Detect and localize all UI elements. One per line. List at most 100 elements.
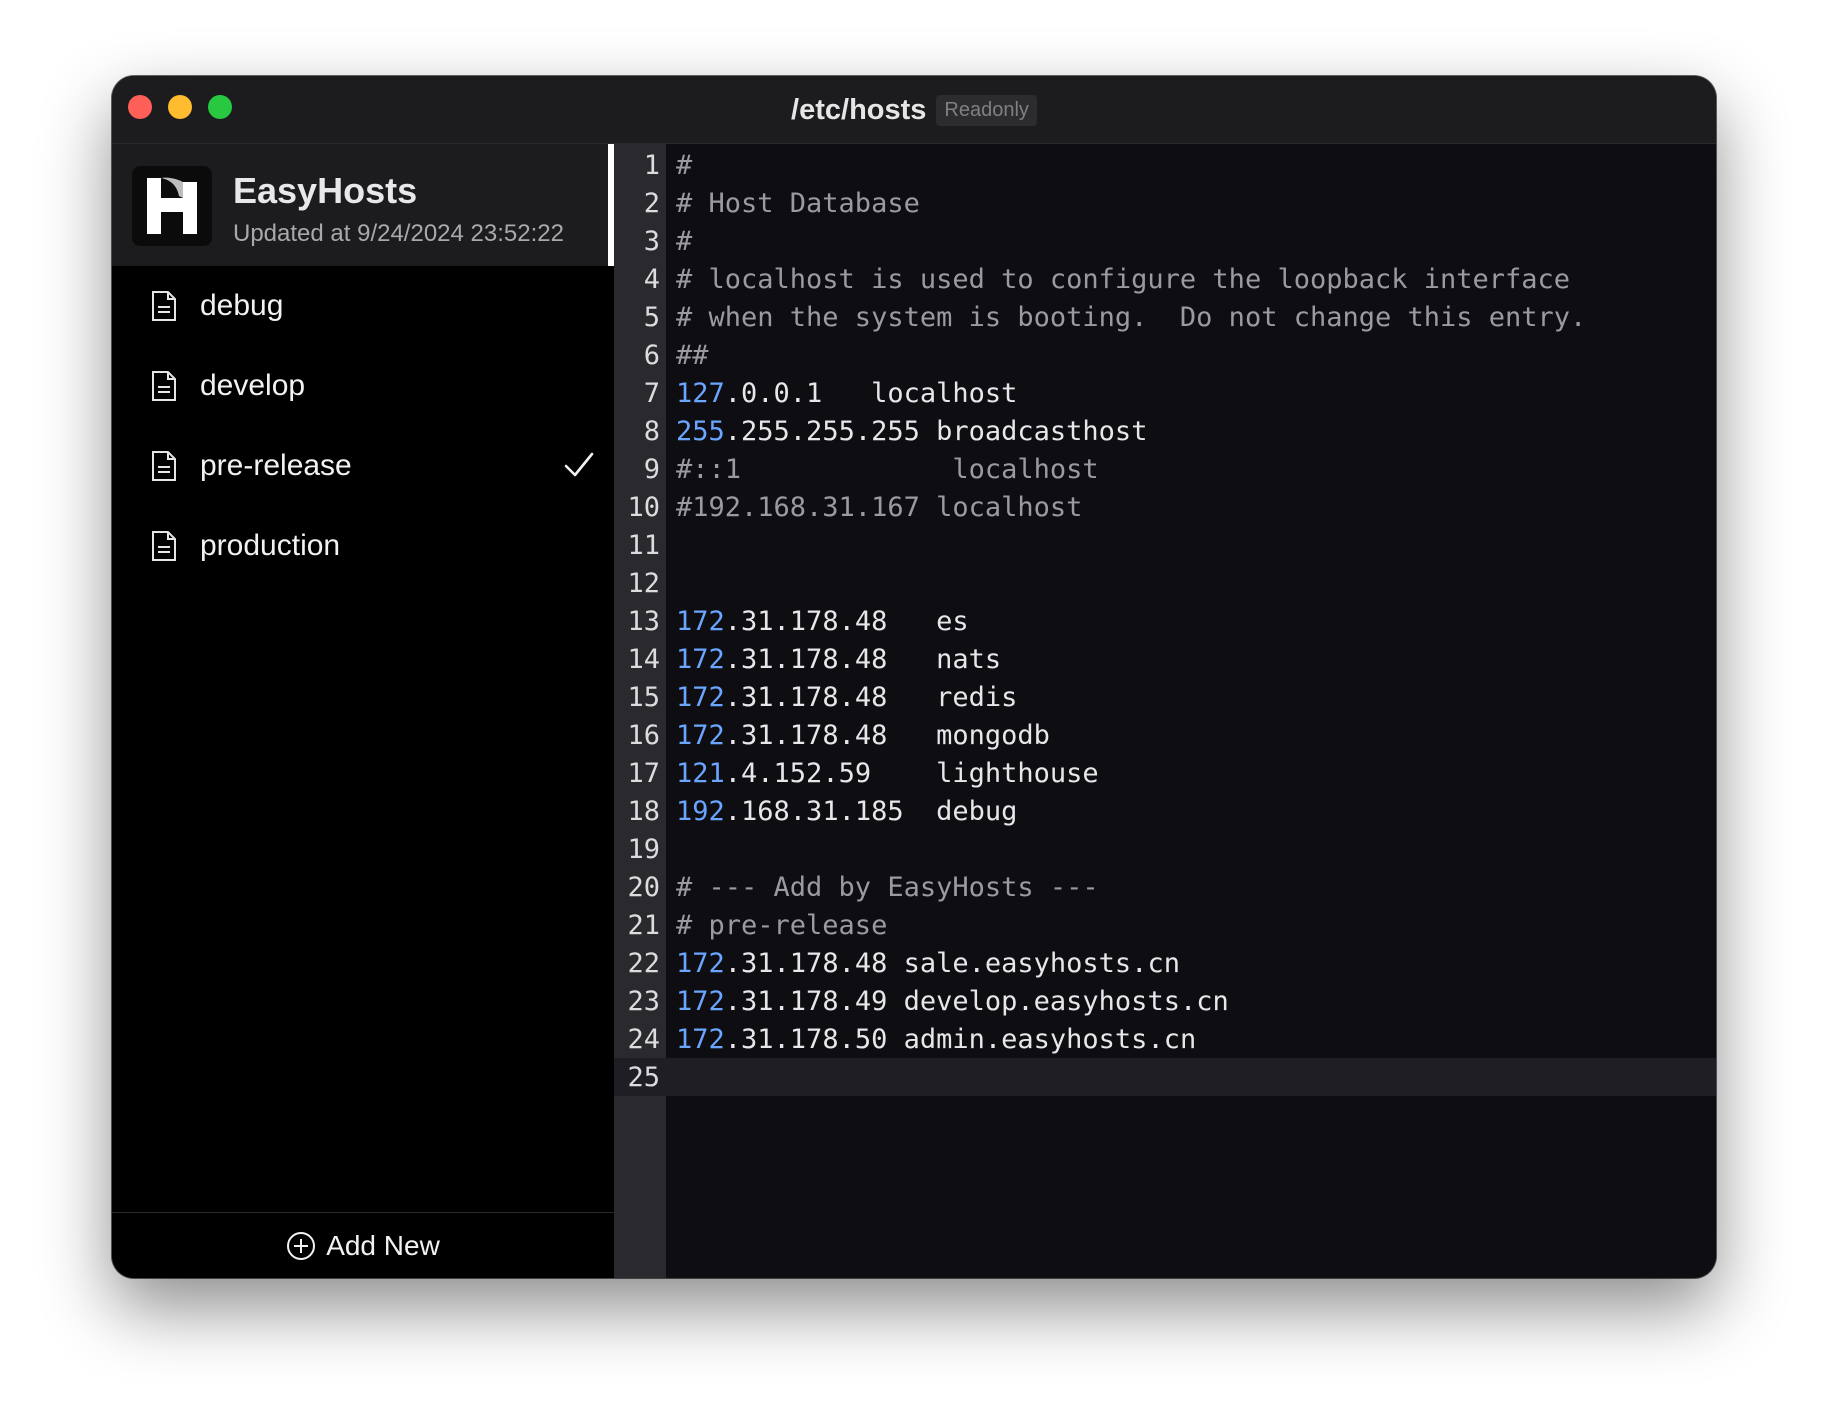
checkmark-icon	[564, 452, 594, 477]
profile-label: pre-release	[200, 449, 352, 482]
code-line[interactable]: 15 172.31.178.48 redis	[614, 678, 1716, 716]
profile-label: debug	[200, 289, 284, 322]
line-content: #	[676, 225, 693, 257]
code-line[interactable]: 7 127.0.0.1 localhost	[614, 374, 1716, 412]
ip-first-octet: 255	[676, 415, 725, 447]
ip-rest: .255.255.255	[724, 415, 920, 447]
line-number: 3	[643, 225, 660, 257]
line-number: 7	[643, 377, 660, 409]
line-content: 172.31.178.48 sale.easyhosts.cn	[666, 948, 1180, 979]
profile-label: develop	[200, 369, 306, 402]
ip-first-octet: 121	[676, 757, 725, 789]
hosts-editor[interactable]: 1 #2 # Host Database 3 #4 # localhost is used…	[614, 144, 1716, 1278]
hostname: debug	[936, 795, 1018, 827]
line-number: 24	[627, 1023, 660, 1055]
add-new-label: Add New	[326, 1229, 440, 1261]
document-icon	[152, 371, 176, 401]
hostname: mongodb	[936, 719, 1050, 751]
code-line[interactable]: 19	[614, 830, 1716, 868]
code-line[interactable]: 21 # pre-release	[614, 906, 1716, 944]
hostname: nats	[936, 643, 1002, 675]
ip-first-octet: 172	[676, 719, 725, 751]
document-icon	[152, 291, 176, 321]
line-content: #192.168.31.167 localhost	[676, 491, 1083, 523]
line-number: 22	[627, 947, 660, 979]
ip-first-octet: 127	[676, 377, 725, 409]
line-number: 9	[643, 453, 660, 485]
code-line[interactable]: 25	[614, 1058, 1716, 1096]
profile-item-debug[interactable]: debug	[112, 266, 614, 346]
line-number: 15	[627, 681, 660, 713]
line-content: 192.168.31.185 debug	[666, 796, 1017, 827]
hostname: redis	[936, 681, 1018, 713]
code-line[interactable]: 2 # Host Database	[614, 184, 1716, 222]
ip-rest: .31.178.48	[724, 643, 888, 675]
code-line[interactable]: 16 172.31.178.48 mongodb	[614, 716, 1716, 754]
profile-label: production	[200, 529, 341, 562]
add-new-button[interactable]: Add New	[112, 1212, 614, 1278]
line-content: 121.4.152.59 lighthouse	[666, 758, 1099, 789]
line-number: 11	[627, 529, 660, 561]
code-line[interactable]: 6 ##	[614, 336, 1716, 374]
code-line[interactable]: 24 172.31.178.50 admin.easyhosts.cn	[614, 1020, 1716, 1058]
ip-first-octet: 172	[676, 1023, 725, 1055]
line-content: 172.31.178.50 admin.easyhosts.cn	[666, 1024, 1196, 1055]
hostname: develop.easyhosts.cn	[903, 985, 1229, 1017]
line-number: 21	[627, 909, 660, 941]
ip-first-octet: 172	[676, 947, 725, 979]
ip-rest: .31.178.50	[724, 1023, 888, 1055]
line-number: 19	[627, 833, 660, 865]
code-line[interactable]: 4 # localhost is used to configure the lo…	[614, 260, 1716, 298]
line-number: 4	[643, 263, 660, 295]
ip-first-octet: 172	[676, 605, 725, 637]
code-line[interactable]: 11	[614, 526, 1716, 564]
ip-first-octet: 172	[676, 681, 725, 713]
code-line[interactable]: 20 # --- Add by EasyHosts ---	[614, 868, 1716, 906]
line-content: # localhost is used to configure the loo…	[676, 263, 1571, 295]
line-number: 8	[643, 415, 660, 447]
profile-item-pre-release[interactable]: pre-release	[112, 426, 614, 506]
line-number: 17	[627, 757, 660, 789]
line-number: 23	[627, 985, 660, 1017]
line-number: 1	[643, 149, 660, 181]
code-lines: 1 #2 # Host Database 3 #4 # localhost is used…	[614, 144, 1716, 1096]
ip-rest: .168.31.185	[724, 795, 904, 827]
app-name: EasyHosts	[233, 170, 418, 211]
line-number: 6	[643, 339, 660, 371]
ip-first-octet: 192	[676, 795, 725, 827]
line-content: 172.31.178.48 es	[666, 606, 969, 637]
line-content: 172.31.178.48 redis	[666, 682, 1017, 713]
code-line[interactable]: 1 #	[614, 146, 1716, 184]
document-icon	[152, 531, 176, 561]
hostname: localhost	[871, 377, 1018, 409]
code-line[interactable]: 17 121.4.152.59 lighthouse	[614, 754, 1716, 792]
code-line[interactable]: 8 255.255.255.255 broadcasthost	[614, 412, 1716, 450]
code-line[interactable]: 23 172.31.178.49 develop.easyhosts.cn	[614, 982, 1716, 1020]
profile-item-develop[interactable]: develop	[112, 346, 614, 426]
line-number: 13	[627, 605, 660, 637]
line-content: # pre-release	[676, 909, 888, 941]
code-line[interactable]: 22 172.31.178.48 sale.easyhosts.cn	[614, 944, 1716, 982]
code-line[interactable]: 10 #192.168.31.167 localhost	[614, 488, 1716, 526]
code-line[interactable]: 13 172.31.178.48 es	[614, 602, 1716, 640]
code-line[interactable]: 12	[614, 564, 1716, 602]
sidebar: EasyHosts Updated at 9/24/2024 23:52:22 …	[112, 144, 614, 1278]
code-line[interactable]: 3 #	[614, 222, 1716, 260]
code-line[interactable]: 9 #::1 localhost	[614, 450, 1716, 488]
readonly-badge: Readonly	[936, 94, 1037, 126]
line-number: 10	[627, 491, 660, 523]
code-line[interactable]: 18 192.168.31.185 debug	[614, 792, 1716, 830]
profile-item-production[interactable]: production	[112, 506, 614, 586]
code-line[interactable]: 14 172.31.178.48 nats	[614, 640, 1716, 678]
hostname: broadcasthost	[936, 415, 1148, 447]
line-number: 2	[643, 187, 660, 219]
ip-rest: .31.178.48	[724, 681, 888, 713]
easyhosts-logo-icon	[132, 166, 212, 246]
line-number: 20	[627, 871, 660, 903]
code-line[interactable]: 5 # when the system is booting. Do not ch…	[614, 298, 1716, 336]
